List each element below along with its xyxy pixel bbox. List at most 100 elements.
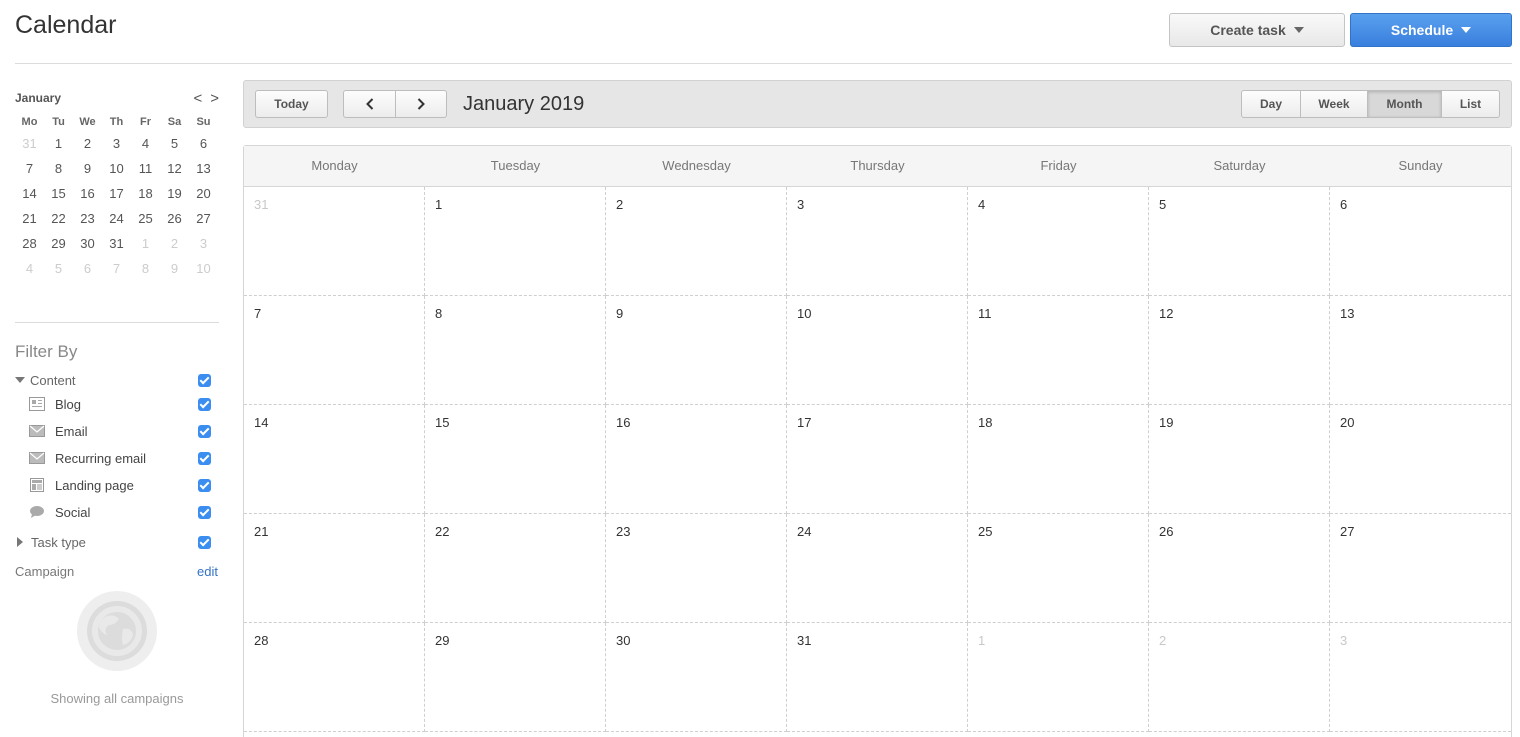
day-cell[interactable]: 3 (1330, 623, 1511, 732)
mini-calendar-day[interactable]: 1 (44, 135, 73, 160)
filter-group-content[interactable]: Content (15, 370, 211, 390)
mini-calendar-day[interactable]: 18 (131, 185, 160, 210)
mini-calendar-day[interactable]: 6 (73, 260, 102, 285)
today-button[interactable]: Today (255, 90, 328, 118)
mini-calendar-day[interactable]: 1 (131, 235, 160, 260)
day-cell[interactable]: 17 (787, 405, 968, 514)
day-cell[interactable]: 20 (1330, 405, 1511, 514)
expand-right-icon[interactable] (17, 537, 23, 547)
mini-calendar-day[interactable]: 5 (160, 135, 189, 160)
view-month-button[interactable]: Month (1368, 90, 1442, 118)
mini-calendar-day[interactable]: 19 (160, 185, 189, 210)
mini-calendar-day[interactable]: 10 (189, 260, 218, 285)
mini-calendar-day[interactable]: 5 (44, 260, 73, 285)
mini-calendar-day[interactable]: 17 (102, 185, 131, 210)
mini-calendar-day[interactable]: 22 (44, 210, 73, 235)
day-cell[interactable]: 3 (787, 187, 968, 296)
create-task-button[interactable]: Create task (1169, 13, 1345, 47)
day-cell[interactable]: 2 (606, 187, 787, 296)
mini-calendar-day[interactable]: 31 (102, 235, 131, 260)
email-checkbox[interactable] (198, 424, 211, 438)
schedule-button[interactable]: Schedule (1350, 13, 1512, 47)
mini-calendar-day[interactable]: 16 (73, 185, 102, 210)
mini-calendar-day[interactable]: 14 (15, 185, 44, 210)
mini-calendar-day[interactable]: 31 (15, 135, 44, 160)
task-type-checkbox[interactable] (198, 535, 211, 549)
day-cell[interactable]: 25 (968, 514, 1149, 623)
filter-group-task-type[interactable]: Task type (15, 532, 211, 552)
next-month-button[interactable] (395, 90, 447, 118)
mini-calendar-day[interactable]: 9 (73, 160, 102, 185)
mini-calendar-day[interactable]: 9 (160, 260, 189, 285)
day-cell[interactable]: 6 (1330, 187, 1511, 296)
mini-calendar-day[interactable]: 4 (15, 260, 44, 285)
landing-page-checkbox[interactable] (198, 478, 211, 492)
mini-calendar-day[interactable]: 4 (131, 135, 160, 160)
day-cell[interactable]: 4 (968, 187, 1149, 296)
day-cell[interactable]: 30 (606, 623, 787, 732)
day-cell[interactable]: 21 (244, 514, 425, 623)
view-list-button[interactable]: List (1442, 90, 1500, 118)
filter-item-email[interactable]: Email (15, 421, 211, 441)
mini-calendar-day[interactable]: 26 (160, 210, 189, 235)
day-cell[interactable]: 15 (425, 405, 606, 514)
mini-calendar-day[interactable]: 15 (44, 185, 73, 210)
view-week-button[interactable]: Week (1301, 90, 1368, 118)
mini-calendar-day[interactable]: 11 (131, 160, 160, 185)
mini-calendar-day[interactable]: 21 (15, 210, 44, 235)
mini-calendar-day[interactable]: 3 (189, 235, 218, 260)
day-cell[interactable]: 28 (244, 623, 425, 732)
mini-calendar-day[interactable]: 29 (44, 235, 73, 260)
filter-item-social[interactable]: Social (15, 502, 211, 522)
filter-item-blog[interactable]: Blog (15, 394, 211, 414)
day-cell[interactable]: 1 (425, 187, 606, 296)
mini-calendar-day[interactable]: 23 (73, 210, 102, 235)
mini-calendar-day[interactable]: 24 (102, 210, 131, 235)
day-cell[interactable]: 19 (1149, 405, 1330, 514)
mini-calendar-day[interactable]: 3 (102, 135, 131, 160)
prev-month-button[interactable] (343, 90, 396, 118)
blog-checkbox[interactable] (198, 397, 211, 411)
mini-calendar-day[interactable]: 20 (189, 185, 218, 210)
mini-calendar-day[interactable]: 2 (160, 235, 189, 260)
day-cell[interactable]: 7 (244, 296, 425, 405)
social-checkbox[interactable] (198, 505, 211, 519)
day-cell[interactable]: 11 (968, 296, 1149, 405)
day-cell[interactable]: 18 (968, 405, 1149, 514)
mini-calendar-day[interactable]: 25 (131, 210, 160, 235)
day-cell[interactable]: 16 (606, 405, 787, 514)
day-cell[interactable]: 22 (425, 514, 606, 623)
expand-down-icon[interactable] (15, 377, 25, 383)
mini-calendar-day[interactable]: 27 (189, 210, 218, 235)
day-cell[interactable]: 23 (606, 514, 787, 623)
mini-calendar-day[interactable]: 7 (15, 160, 44, 185)
day-cell[interactable]: 2 (1149, 623, 1330, 732)
mini-calendar-day[interactable]: 13 (189, 160, 218, 185)
day-cell[interactable]: 14 (244, 405, 425, 514)
filter-item-recurring-email[interactable]: Recurring email (15, 448, 211, 468)
mini-calendar-day[interactable]: 30 (73, 235, 102, 260)
day-cell[interactable]: 31 (787, 623, 968, 732)
day-cell[interactable]: 10 (787, 296, 968, 405)
mini-calendar-day[interactable]: 12 (160, 160, 189, 185)
day-cell[interactable]: 29 (425, 623, 606, 732)
filter-item-landing-page[interactable]: Landing page (15, 475, 211, 495)
day-cell[interactable]: 27 (1330, 514, 1511, 623)
recurring-email-checkbox[interactable] (198, 451, 211, 465)
mini-calendar-day[interactable]: 8 (131, 260, 160, 285)
view-day-button[interactable]: Day (1241, 90, 1301, 118)
day-cell[interactable]: 24 (787, 514, 968, 623)
mini-calendar-day[interactable]: 8 (44, 160, 73, 185)
day-cell[interactable]: 26 (1149, 514, 1330, 623)
mini-prev-icon[interactable]: < (193, 91, 202, 106)
mini-calendar-day[interactable]: 2 (73, 135, 102, 160)
mini-calendar-day[interactable]: 28 (15, 235, 44, 260)
day-cell[interactable]: 5 (1149, 187, 1330, 296)
mini-calendar-day[interactable]: 7 (102, 260, 131, 285)
mini-calendar-day[interactable]: 6 (189, 135, 218, 160)
day-cell[interactable]: 31 (244, 187, 425, 296)
mini-next-icon[interactable]: > (210, 91, 219, 106)
campaign-edit-link[interactable]: edit (197, 564, 218, 579)
day-cell[interactable]: 12 (1149, 296, 1330, 405)
day-cell[interactable]: 9 (606, 296, 787, 405)
